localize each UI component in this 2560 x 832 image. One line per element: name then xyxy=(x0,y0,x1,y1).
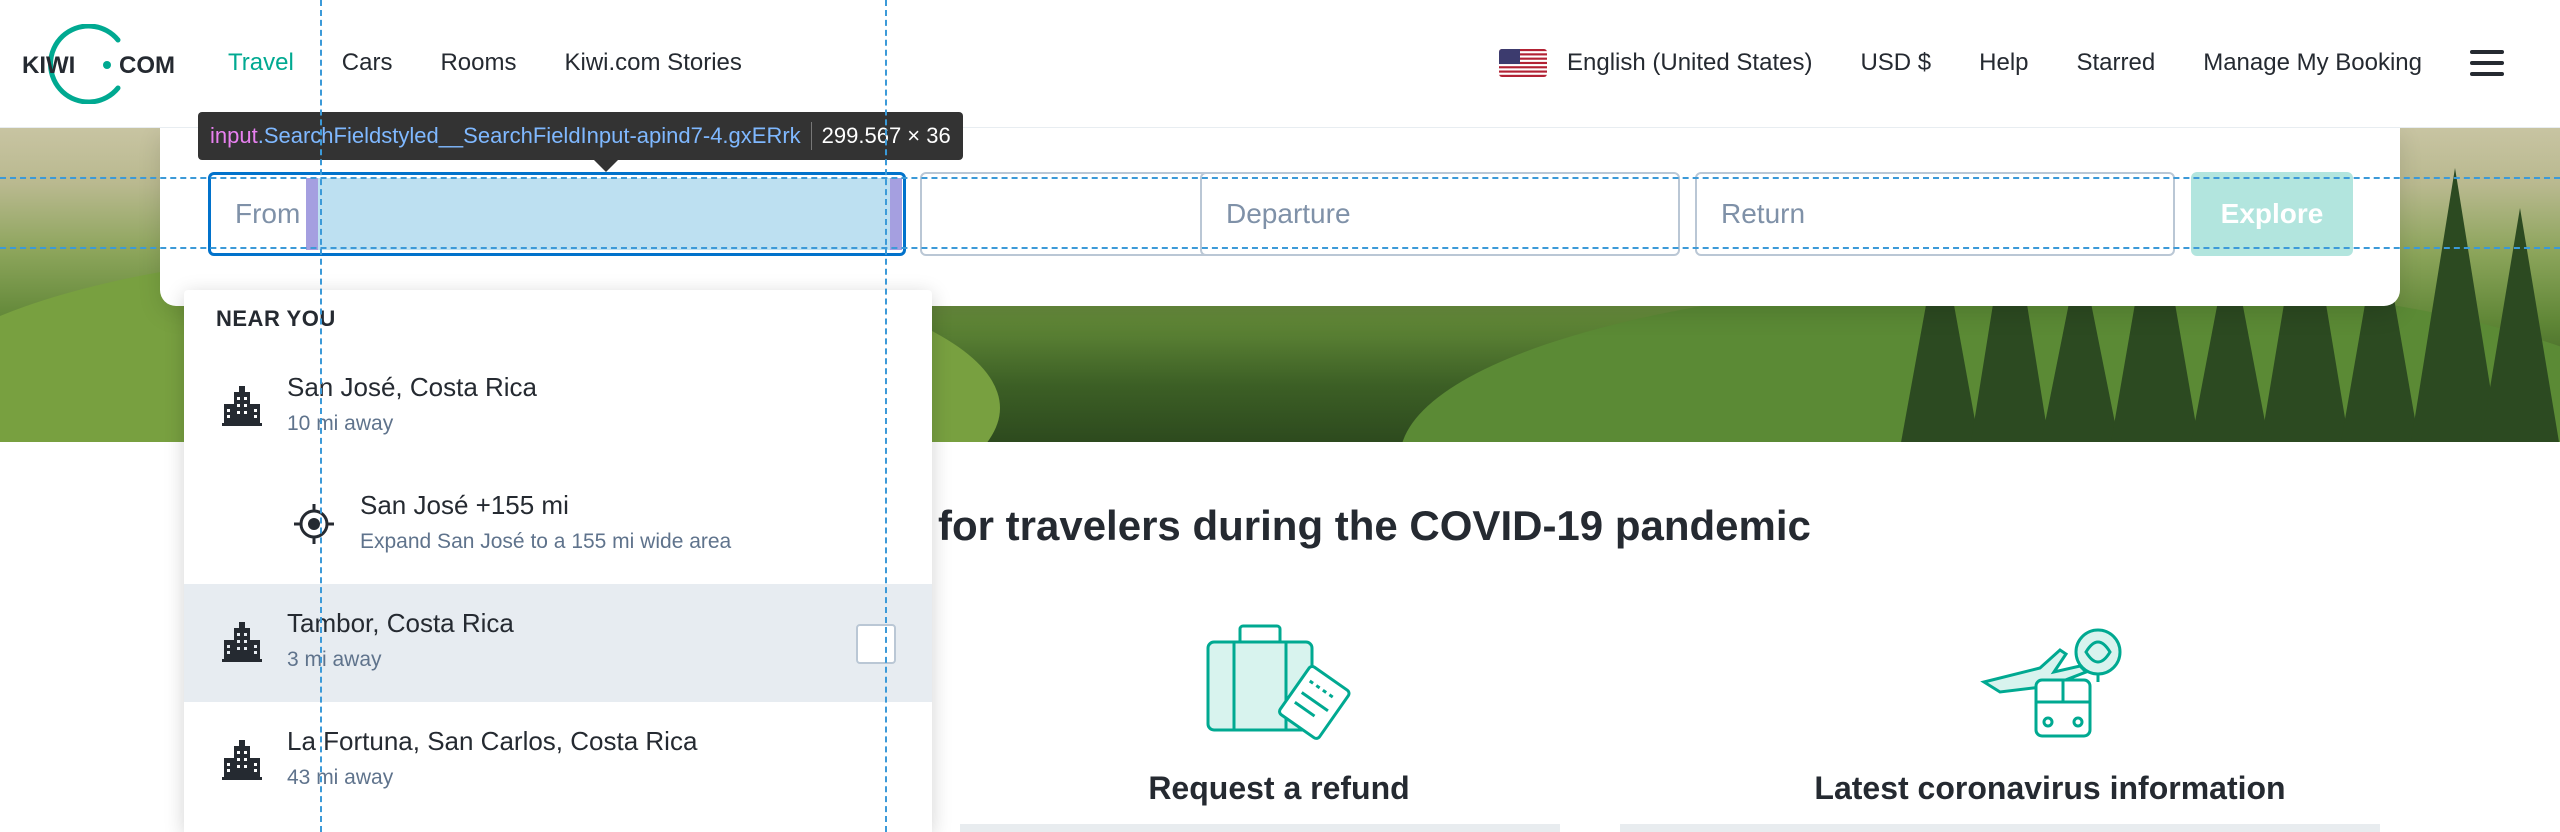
dropdown-heading: NEAR YOU xyxy=(216,306,336,331)
refund-card-title[interactable]: Request a refund xyxy=(1136,770,1422,807)
tooltip-class: .SearchFieldstyled__SearchFieldInput-api… xyxy=(257,123,801,148)
coronavirus-info-card-title[interactable]: Latest coronavirus information xyxy=(1800,770,2300,807)
suggestion-subtitle: 10 mi away xyxy=(287,412,394,435)
return-placeholder: Return xyxy=(1721,198,1806,229)
tooltip-tag: input xyxy=(210,123,258,148)
devtools-inspect-tooltip: input.SearchFieldstyled__SearchFieldInpu… xyxy=(198,112,963,160)
currency-selector[interactable]: USD $ xyxy=(1860,49,1931,77)
devtools-guide-horizontal xyxy=(0,177,2560,179)
starred-link[interactable]: Starred xyxy=(2077,49,2156,77)
from-input[interactable] xyxy=(306,178,902,250)
city-icon xyxy=(222,386,262,426)
card-text-preview xyxy=(1620,824,2380,832)
manage-booking-link[interactable]: Manage My Booking xyxy=(2203,49,2422,77)
logo-text-com: COM xyxy=(119,52,175,79)
suggestion-checkbox[interactable] xyxy=(856,624,896,664)
suggestion-item[interactable]: San José +155 mi Expand San José to a 15… xyxy=(184,466,932,584)
city-icon xyxy=(222,622,262,662)
city-icon xyxy=(222,740,262,780)
card-text-preview xyxy=(960,824,1560,832)
location-target-icon xyxy=(294,504,334,544)
from-label: From xyxy=(235,198,301,229)
us-flag-icon xyxy=(1499,49,1547,77)
nav-travel[interactable]: Travel xyxy=(228,49,294,77)
language-label: English (United States) xyxy=(1567,49,1813,76)
nav-rooms[interactable]: Rooms xyxy=(440,49,516,77)
language-selector[interactable]: English (United States) xyxy=(1499,49,1812,77)
departure-field[interactable]: Departure xyxy=(1200,172,1680,256)
suitcase-ticket-icon[interactable] xyxy=(1204,622,1352,740)
nav-cars[interactable]: Cars xyxy=(342,49,393,77)
devtools-guide-vertical xyxy=(320,0,322,832)
return-field[interactable]: Return xyxy=(1695,172,2175,256)
explore-button[interactable]: Explore xyxy=(2191,172,2353,256)
devtools-guide-vertical xyxy=(885,0,887,832)
devtools-guide-horizontal xyxy=(0,247,2560,249)
location-suggestions: NEAR YOU San José, Costa Rica 10 mi away xyxy=(184,290,932,832)
suggestion-item[interactable]: Tambor, Costa Rica 3 mi away xyxy=(184,584,932,702)
suggestion-item[interactable]: San José, Costa Rica 10 mi away xyxy=(184,348,932,466)
suggestion-subtitle: Expand San José to a 155 mi wide area xyxy=(360,530,732,553)
main-nav: Travel Cars Rooms Kiwi.com Stories xyxy=(228,0,742,126)
header-actions: English (United States) USD $ Help Starr… xyxy=(1499,0,2504,126)
help-link[interactable]: Help xyxy=(1979,49,2028,77)
logo-text-kiwi: KIWI xyxy=(22,52,75,79)
tooltip-arrow xyxy=(594,160,618,172)
suggestion-subtitle: 3 mi away xyxy=(287,648,382,671)
suggestion-item[interactable]: La Fortuna, San Carlos, Costa Rica 43 mi… xyxy=(184,702,932,820)
suggestion-subtitle: 43 mi away xyxy=(287,766,394,789)
from-field[interactable]: From xyxy=(208,172,906,256)
departure-placeholder: Departure xyxy=(1226,198,1351,229)
site-header: KIWI COM Travel Cars Rooms Kiwi.com Stor… xyxy=(0,0,2560,128)
kiwi-logo[interactable]: KIWI COM xyxy=(18,24,184,104)
plane-bus-icon[interactable] xyxy=(1980,622,2128,742)
suggestion-title: La Fortuna, San Carlos, Costa Rica xyxy=(287,726,698,756)
suggestion-title: San José +155 mi xyxy=(360,490,569,520)
covid-section-title: for travelers during the COVID-19 pandem… xyxy=(938,502,1811,549)
suggestion-title: San José, Costa Rica xyxy=(287,372,538,402)
menu-icon[interactable] xyxy=(2470,50,2504,76)
nav-stories[interactable]: Kiwi.com Stories xyxy=(565,49,742,77)
